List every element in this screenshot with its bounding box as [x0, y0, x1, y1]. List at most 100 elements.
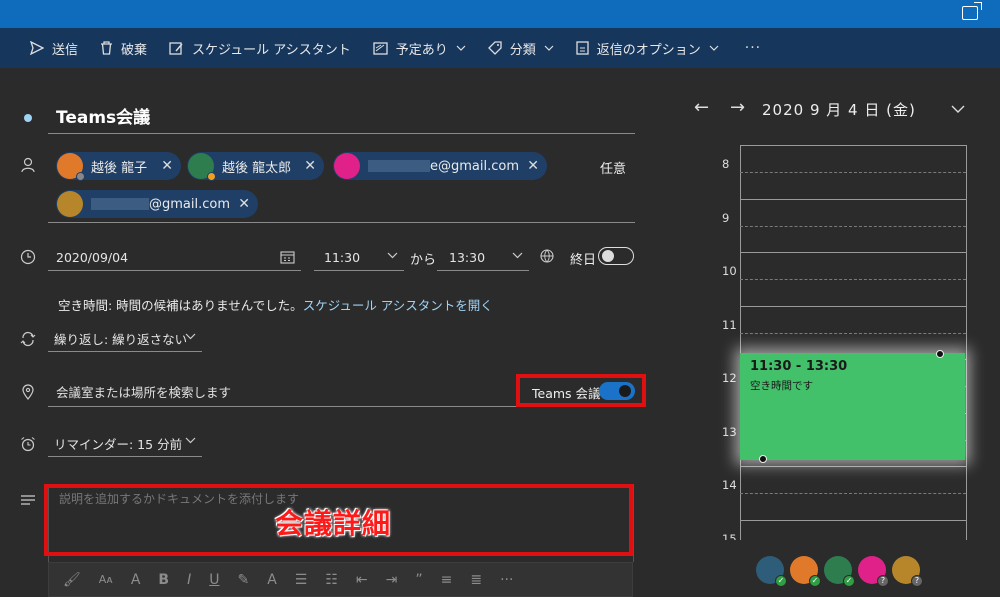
remove-icon[interactable]: ✕: [238, 196, 250, 212]
response-options-dropdown[interactable]: 返信のオプション: [576, 39, 719, 58]
optional-attendees-link[interactable]: 任意: [600, 158, 626, 177]
bold-icon[interactable]: B: [158, 572, 169, 588]
title-bar: [0, 0, 1000, 28]
start-date-value: 2020/09/04: [56, 250, 129, 265]
discard-button[interactable]: 破棄: [100, 39, 147, 58]
end-time-dropdown[interactable]: 13:30: [437, 245, 529, 271]
decrease-indent-icon[interactable]: ⇤: [356, 572, 368, 588]
scheduling-assistant-label: スケジュール アシスタント: [192, 42, 351, 58]
location-pin-icon: [22, 384, 34, 400]
tag-icon: [487, 41, 502, 55]
annotation-label: 会議詳細: [275, 507, 392, 540]
more-format-icon[interactable]: ···: [500, 572, 513, 588]
bullets-icon[interactable]: ☰: [295, 572, 308, 588]
numbering-icon[interactable]: ☷: [325, 572, 338, 588]
show-as-dropdown[interactable]: 予定あり: [373, 39, 466, 58]
from-label: から: [410, 253, 437, 268]
remove-icon[interactable]: ✕: [527, 158, 539, 174]
event-time: 11:30 - 13:30: [750, 359, 848, 374]
toggle-knob: [619, 385, 631, 397]
calendar-icon[interactable]: [280, 250, 295, 264]
start-date-field[interactable]: 2020/09/04: [48, 245, 301, 271]
chevron-down-icon: [387, 252, 398, 259]
hour-label: 10: [722, 264, 737, 278]
chevron-down-icon: [185, 333, 196, 340]
avatar: [57, 153, 85, 181]
remove-icon[interactable]: ✕: [304, 158, 316, 174]
calendar-nav: ← → 2020 9 月 4 日 (金): [694, 97, 974, 121]
start-time-dropdown[interactable]: 11:30: [314, 245, 404, 271]
open-scheduling-assistant-link[interactable]: スケジュール アシスタントを開く: [303, 298, 493, 313]
avatar: [57, 191, 83, 217]
day-view: 8 9 10 11 12 13 14 15: [700, 145, 980, 540]
send-button[interactable]: 送信: [30, 39, 78, 58]
text-lines-icon: [21, 495, 35, 505]
hour-label: 13: [722, 424, 737, 439]
clock-icon: [20, 249, 36, 265]
reminder-dropdown[interactable]: リマインダー: 15 分前: [48, 430, 202, 457]
increase-indent-icon[interactable]: ⇥: [386, 572, 398, 588]
discard-label: 破棄: [121, 42, 148, 58]
scheduling-assistant-button[interactable]: スケジュール アシスタント: [169, 39, 351, 58]
attendee-chip[interactable]: 越後 龍子 ✕: [56, 152, 181, 181]
hour-label: 8: [722, 157, 730, 171]
underline-icon[interactable]: U: [209, 572, 219, 588]
toggle-knob: [602, 249, 614, 262]
time-zone-icon[interactable]: [539, 248, 555, 264]
resize-handle-top[interactable]: [936, 350, 944, 358]
hour-slot[interactable]: 9: [700, 198, 980, 253]
hour-slot[interactable]: 14: [700, 466, 980, 520]
attendee-name: @gmail.com: [149, 196, 231, 212]
attendee-name: e@gmail.com: [430, 158, 520, 174]
title-text: Teams会議: [56, 108, 151, 128]
chevron-down-icon: [709, 45, 719, 51]
align-left-icon[interactable]: ≡: [441, 572, 453, 588]
attendee-avatars: ✓ ✓ ✓ ? ?: [756, 556, 926, 587]
response-options-label: 返信のオプション: [596, 42, 701, 58]
arrow-right-icon[interactable]: →: [730, 97, 745, 118]
calendar-color-dot: [24, 114, 32, 122]
teams-meeting-toggle[interactable]: [599, 382, 635, 400]
hour-label: 9: [722, 210, 730, 225]
toolbar: 送信 破棄 スケジュール アシスタント 予定あり 分類 返信のオプション ···: [0, 28, 1000, 68]
send-icon: [30, 41, 44, 55]
font-size-icon[interactable]: Aᴀ: [99, 573, 113, 586]
highlight-icon[interactable]: ✎: [237, 572, 249, 588]
font-color-icon[interactable]: A: [267, 572, 277, 588]
calendar-edit-icon: [169, 42, 183, 55]
presence-badge: [76, 172, 85, 181]
title-input[interactable]: Teams会議: [48, 104, 635, 134]
attendee-name: 越後 龍太郎: [222, 160, 292, 176]
align-center-icon[interactable]: ≣: [470, 572, 482, 588]
arrow-left-icon[interactable]: ←: [694, 97, 709, 118]
more-options-button[interactable]: ···: [745, 40, 761, 56]
popout-icon[interactable]: [962, 2, 982, 20]
chevron-down-icon: [185, 437, 196, 444]
attendee-name: 越後 龍子: [91, 160, 148, 176]
start-time-value: 11:30: [324, 250, 361, 265]
accepted-icon: ✓: [843, 575, 855, 587]
repeat-value: 繰り返し: 繰り返さない: [54, 332, 188, 347]
attendee-chip[interactable]: e@gmail.com ✕: [333, 152, 547, 180]
chevron-down-icon: [456, 45, 466, 51]
hour-slot[interactable]: 15: [700, 519, 980, 540]
unknown-status-icon: ?: [911, 575, 923, 587]
remove-icon[interactable]: ✕: [161, 158, 173, 174]
font-grow-icon[interactable]: A: [131, 572, 141, 588]
quote-icon[interactable]: ”: [415, 572, 422, 588]
hour-label: 11: [722, 317, 737, 332]
avatar: [188, 153, 216, 181]
repeat-dropdown[interactable]: 繰り返し: 繰り返さない: [48, 326, 202, 352]
resize-handle-bottom[interactable]: [759, 455, 767, 463]
calendar-event-block[interactable]: 11:30 - 13:30 空き時間です: [740, 350, 965, 463]
attendee-chip[interactable]: 越後 龍太郎 ✕: [187, 152, 324, 181]
hour-slot[interactable]: 10: [700, 252, 980, 306]
all-day-toggle[interactable]: [598, 247, 634, 265]
italic-icon[interactable]: I: [187, 572, 191, 588]
format-painter-icon[interactable]: 🖌: [63, 572, 81, 588]
reminder-value: リマインダー: 15 分前: [54, 436, 183, 452]
categorize-dropdown[interactable]: 分類: [487, 39, 554, 58]
chevron-down-icon[interactable]: [951, 105, 965, 113]
hour-slot[interactable]: 8: [700, 145, 980, 199]
attendee-chip[interactable]: @gmail.com ✕: [56, 190, 258, 218]
